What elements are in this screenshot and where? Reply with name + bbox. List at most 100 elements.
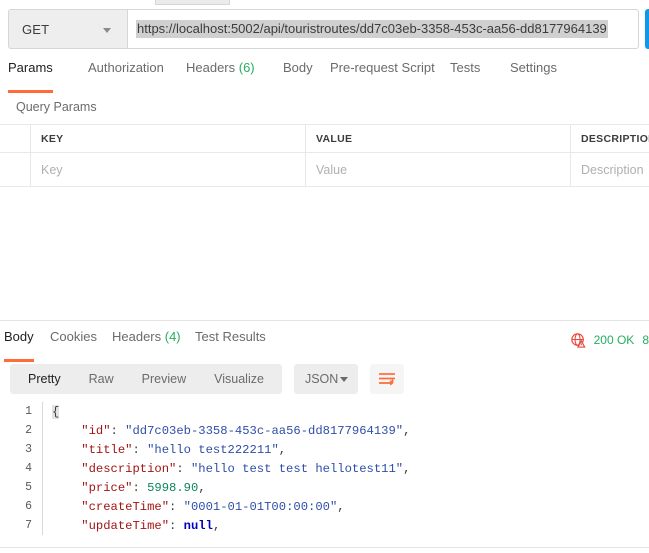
response-tab-cookies[interactable]: Cookies: [50, 329, 97, 359]
response-view-toolbar: Pretty Raw Preview Visualize JSON: [10, 364, 404, 394]
tab-label: Pre-request Script: [330, 60, 435, 75]
line-number: 7: [25, 519, 32, 532]
tab-params[interactable]: Params: [8, 60, 53, 93]
code-token: "title": [81, 442, 133, 457]
code-line: 1{: [0, 402, 649, 421]
code-line: 4 "description": "hello test test hellot…: [0, 459, 649, 478]
response-divider: [0, 320, 649, 321]
code-token: 5998.90: [147, 480, 199, 495]
code-line: 6 "createTime": "0001-01-01T00:00:00",: [0, 497, 649, 516]
tab-label: Cookies: [50, 329, 97, 344]
code-line: 3 "title": "hello test222211",: [0, 440, 649, 459]
wrap-lines-icon: [378, 373, 395, 386]
line-number: 1: [25, 405, 32, 418]
code-token: "id": [81, 423, 111, 438]
tab-label: Tests: [450, 60, 481, 75]
row-value-input[interactable]: Value: [306, 153, 571, 186]
code-token: "dd7c03eb-3358-453c-aa56-dd8177964139": [125, 423, 404, 438]
code-token: ,: [403, 461, 411, 476]
code-token: "createTime": [81, 499, 170, 514]
code-text: "title": "hello test222211",: [43, 443, 286, 457]
row-description-input[interactable]: Description: [571, 153, 649, 186]
response-view-modes: Pretty Raw Preview Visualize: [10, 364, 282, 394]
header-checkbox-cell: [0, 125, 31, 152]
view-mode-pretty[interactable]: Pretty: [14, 364, 75, 394]
code-token: "0001-01-01T00:00:00": [183, 499, 338, 514]
tab-pre-request-script[interactable]: Pre-request Script: [330, 60, 435, 90]
tab-label: Body: [4, 329, 34, 344]
line-number: 3: [25, 443, 32, 456]
tab-authorization[interactable]: Authorization: [88, 60, 164, 90]
response-tab-body[interactable]: Body: [4, 329, 34, 362]
code-token: "price": [81, 480, 133, 495]
response-tabs: Body Cookies Headers (4) Test Results: [0, 329, 440, 362]
active-tab-underline: [8, 90, 53, 93]
tab-label: Test Results: [195, 329, 266, 344]
code-token: :: [176, 461, 191, 476]
request-tabs: Params Authorization Headers (6) Body Pre-re…: [0, 60, 649, 93]
http-method-label: GET: [22, 21, 50, 37]
response-tab-headers[interactable]: Headers (4): [112, 329, 181, 359]
response-time-text: 8: [642, 333, 649, 347]
code-text: {: [43, 404, 60, 419]
row-checkbox[interactable]: [0, 153, 31, 186]
code-line: 2 "id": "dd7c03eb-3358-453c-aa56-dd81779…: [0, 421, 649, 440]
query-params-table: KEY VALUE DESCRIPTION Key Value Descript…: [0, 124, 649, 187]
code-token: "description": [81, 461, 177, 476]
code-line: 5 "price": 5998.90,: [0, 478, 649, 497]
table-row[interactable]: Key Value Description: [0, 153, 649, 186]
response-tab-test-results[interactable]: Test Results: [195, 329, 266, 359]
line-number: 5: [25, 481, 32, 494]
code-token: :: [110, 423, 126, 438]
code-token: null: [183, 518, 213, 533]
table-header-row: KEY VALUE DESCRIPTION: [0, 125, 649, 153]
code-text: "createTime": "0001-01-01T00:00:00",: [43, 499, 344, 514]
view-mode-preview[interactable]: Preview: [128, 364, 200, 394]
tab-settings[interactable]: Settings: [510, 60, 557, 90]
send-button[interactable]: [645, 9, 649, 49]
tab-count-badge: (4): [161, 329, 181, 344]
line-number: 4: [25, 462, 32, 475]
code-token: :: [132, 480, 148, 495]
line-number: 2: [25, 424, 32, 437]
code-token: ,: [278, 442, 287, 457]
tab-label: Settings: [510, 60, 557, 75]
wrap-lines-button[interactable]: [369, 364, 404, 394]
tab-label: Headers: [112, 329, 162, 344]
request-url-bar: GET https://localhost:5002/api/touristro…: [8, 9, 639, 49]
header-key: KEY: [31, 125, 306, 152]
request-url-input[interactable]: https://localhost:5002/api/touristroutes…: [127, 9, 639, 49]
code-viewer-bottom-rule: [0, 547, 649, 548]
code-token: ,: [198, 480, 206, 495]
header-value: VALUE: [306, 125, 571, 152]
row-key-input[interactable]: Key: [31, 153, 306, 186]
code-token: ,: [403, 423, 411, 438]
code-token: :: [132, 442, 148, 457]
code-token: "updateTime": [81, 518, 170, 533]
response-body-code-viewer[interactable]: 1{2 "id": "dd7c03eb-3358-453c-aa56-dd817…: [0, 402, 649, 547]
header-description: DESCRIPTION: [581, 132, 649, 145]
response-format-label: JSON: [304, 372, 339, 386]
request-url-value: https://localhost:5002/api/touristroutes…: [136, 20, 608, 38]
status-code-text: 200 OK: [593, 333, 635, 347]
tab-body[interactable]: Body: [283, 60, 313, 90]
tab-label: Authorization: [88, 60, 164, 75]
tab-headers[interactable]: Headers (6): [186, 60, 255, 90]
response-format-select[interactable]: JSON: [293, 364, 358, 394]
code-token: ,: [212, 518, 221, 533]
request-tab-strip-remnant: [155, 0, 230, 5]
code-token: {: [52, 404, 60, 419]
code-token: "hello test222211": [147, 442, 279, 457]
http-method-select[interactable]: GET: [8, 9, 127, 49]
tab-tests[interactable]: Tests: [450, 60, 480, 90]
code-text: "price": 5998.90,: [43, 480, 206, 495]
view-mode-visualize[interactable]: Visualize: [200, 364, 278, 394]
view-mode-raw[interactable]: Raw: [75, 364, 128, 394]
code-token: :: [169, 518, 184, 533]
